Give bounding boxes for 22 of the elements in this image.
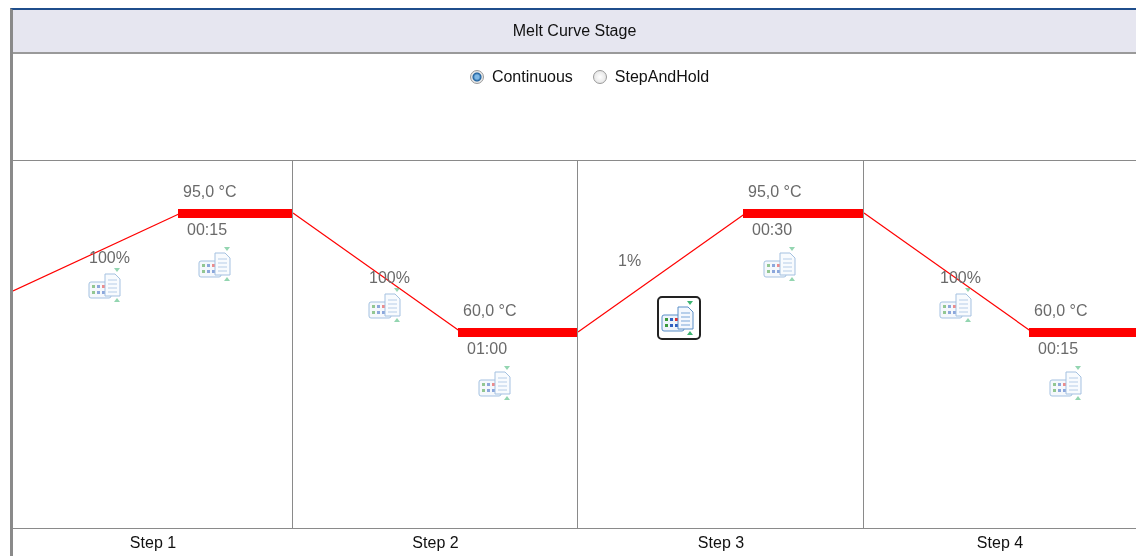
hold-bar[interactable] bbox=[178, 208, 292, 218]
step-label: Step 2 bbox=[411, 533, 460, 553]
hold-bar[interactable] bbox=[743, 208, 863, 218]
hold-time-label[interactable]: 00:15 bbox=[1038, 339, 1079, 358]
hold-time-label[interactable]: 01:00 bbox=[467, 339, 508, 358]
stage-title: Melt Curve Stage bbox=[512, 21, 637, 40]
step-label: Step 4 bbox=[975, 533, 1025, 553]
hold-bar[interactable] bbox=[1029, 327, 1136, 337]
hold-time-label[interactable]: 00:15 bbox=[187, 220, 228, 239]
temperature-label[interactable]: 60,0 °C bbox=[1034, 301, 1088, 320]
temperature-label[interactable]: 95,0 °C bbox=[748, 182, 802, 201]
ramp-rate-label[interactable]: 100% bbox=[89, 248, 130, 267]
step-label: Step 3 bbox=[696, 533, 746, 553]
hold-bar[interactable] bbox=[458, 327, 577, 337]
mode-radio[interactable]: StepAndHold bbox=[592, 67, 710, 88]
mode-radio[interactable]: Continuous bbox=[469, 67, 573, 88]
step-label: Step 1 bbox=[128, 533, 178, 553]
temperature-label[interactable]: 60,0 °C bbox=[463, 301, 517, 320]
data-collection-icon[interactable] bbox=[657, 296, 701, 341]
ramp-rate-label[interactable]: 1% bbox=[618, 252, 642, 271]
temperature-label[interactable]: 95,0 °C bbox=[183, 182, 237, 201]
hold-time-label[interactable]: 00:30 bbox=[752, 220, 793, 239]
